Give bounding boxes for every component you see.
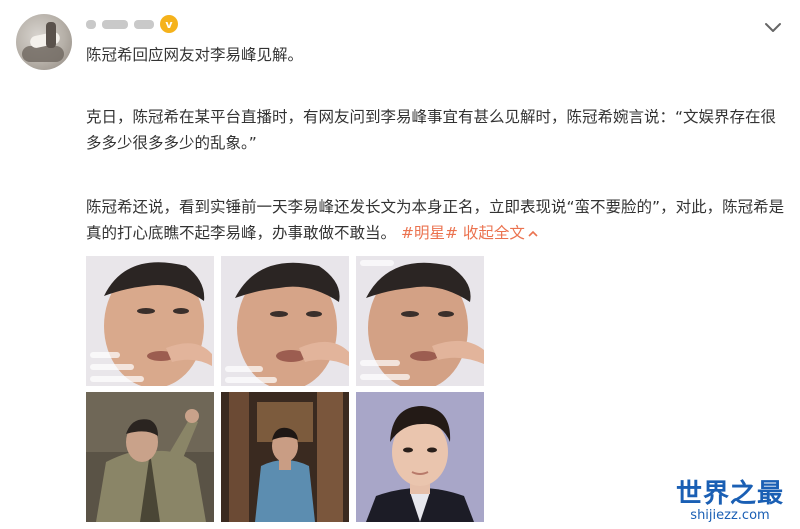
username-blur-3 xyxy=(134,19,154,29)
chevron-up-icon xyxy=(528,230,538,237)
image-livestream-3[interactable] xyxy=(356,256,484,386)
username-blur-1 xyxy=(86,19,96,29)
image-livestream-2[interactable] xyxy=(221,256,349,386)
chevron-down-icon[interactable] xyxy=(762,16,784,38)
username-obscured[interactable]: v xyxy=(86,14,178,34)
username-blur-2 xyxy=(102,19,128,29)
vip-badge-icon: v xyxy=(160,15,178,33)
collapse-text-link[interactable]: 收起全文 xyxy=(463,224,539,242)
image-photo-dark-suit[interactable] xyxy=(356,392,484,522)
image-photo-blue-shirt[interactable] xyxy=(221,392,349,522)
watermark-title: 世界之最 xyxy=(675,479,784,509)
watermark-url: shijiezz.com xyxy=(690,508,770,523)
post-paragraph-2: 陈冠希还说，看到实锤前一天李易峰还发长文为本身正名，立即表现说“蛮不要脸的”，对… xyxy=(86,194,786,246)
image-livestream-1[interactable] xyxy=(86,256,214,386)
hashtag-link[interactable]: #明星# xyxy=(401,224,458,242)
collapse-label: 收起全文 xyxy=(462,224,525,242)
avatar[interactable] xyxy=(16,14,72,70)
image-photo-green-jacket[interactable] xyxy=(86,392,214,522)
post-title-line: 陈冠希回应网友对李易峰见解。 xyxy=(86,46,304,64)
post-paragraph-1: 克日，陈冠希在某平台直播时，有网友问到李易峰事宜有甚么见解时，陈冠希婉言说：“文… xyxy=(86,108,777,152)
image-grid xyxy=(86,256,484,522)
site-watermark: 世界之最 shijiezz.com xyxy=(670,473,790,523)
